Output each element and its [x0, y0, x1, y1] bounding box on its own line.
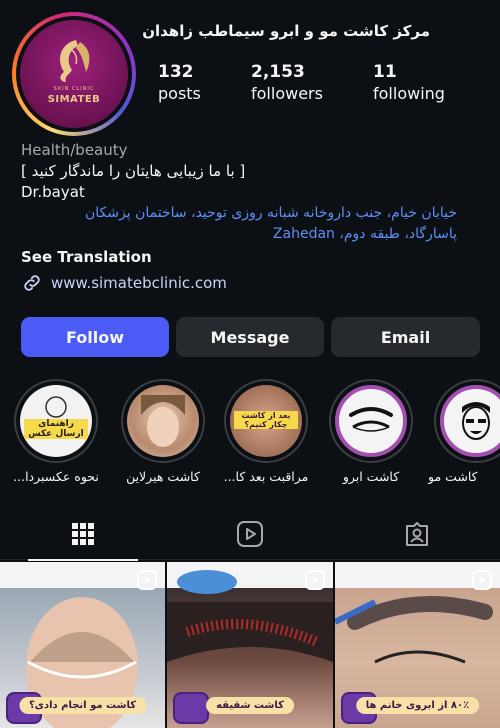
highlight-label: کاشت ابرو	[342, 469, 400, 484]
post-caption: کاشت مو انجام دادی؟	[18, 697, 147, 714]
see-translation-button[interactable]: See Translation	[21, 247, 481, 268]
highlight-image	[127, 385, 199, 457]
highlight-label: نحوه عکسبردا...	[13, 469, 99, 484]
tab-tagged[interactable]	[362, 508, 472, 560]
highlight-image-text: بعد از کاشت چکار کنیم؟	[234, 411, 298, 429]
highlight-label: مراقبت بعد کا...	[223, 469, 309, 484]
posts-count: 132	[158, 62, 194, 82]
highlight-image-text: راهنمای ارسال عکس	[24, 419, 88, 439]
link-icon	[24, 275, 40, 291]
posts-grid: کاشت مو انجام دادی؟ کاشت شقیقه ۸۰٪ از اب…	[0, 562, 500, 728]
profile-category: Health/beauty	[21, 141, 128, 159]
reels-icon	[237, 521, 263, 547]
bio: Health/beauty [ با ما زیبایی هایتان را م…	[21, 140, 481, 294]
post-badge	[173, 692, 209, 724]
face-icon	[462, 402, 490, 440]
logo-subtitle: SKIN CLINIC	[53, 86, 95, 92]
posts-stat[interactable]: 132 posts	[158, 62, 201, 106]
grid-icon	[72, 523, 94, 545]
highlight-photo-guide[interactable]: راهنمای ارسال عکس نحوه عکسبردا...	[8, 379, 104, 484]
highlight-label: کاشت مو	[428, 469, 478, 484]
reels-icon	[305, 570, 325, 590]
highlight-image: راهنمای ارسال عکس	[20, 385, 92, 457]
highlight-image: بعد از کاشت چکار کنیم؟	[230, 385, 302, 457]
simateb-logo	[60, 40, 90, 82]
post-caption: ۸۰٪ از ابروی خانم ها	[355, 697, 480, 714]
profile-tabs	[0, 508, 500, 561]
highlight-label: کاشت هیرلاین	[126, 469, 200, 484]
eye-icon	[349, 407, 393, 432]
logo-text: SIMATEB	[47, 94, 101, 105]
reels-icon	[472, 570, 492, 590]
post-thumbnail[interactable]: کاشت شقیقه	[167, 562, 333, 728]
bio-address-line-2[interactable]: پاسارگاد، طبقه دوم، Zahedan	[21, 224, 457, 245]
highlight-hairline[interactable]: کاشت هیرلاین	[115, 379, 211, 484]
avatar: SKIN CLINIC SIMATEB	[20, 20, 128, 128]
followers-count: 2,153	[251, 62, 305, 82]
message-button[interactable]: Message	[176, 317, 324, 357]
tab-reels[interactable]	[195, 508, 305, 560]
website-url[interactable]: www.simatebclinic.com	[51, 274, 227, 292]
following-count: 11	[373, 62, 397, 82]
highlight-hair-transplant[interactable]: کاشت مو	[428, 379, 500, 484]
profile-name: مرکز کاشت مو و ابرو سیماطب زاهدان	[142, 22, 430, 40]
profile-avatar-ring[interactable]: SKIN CLINIC SIMATEB	[12, 12, 136, 136]
tab-posts-grid[interactable]	[28, 508, 138, 561]
followers-stat[interactable]: 2,153 followers	[251, 62, 323, 106]
highlight-aftercare[interactable]: بعد از کاشت چکار کنیم؟ مراقبت بعد کا...	[218, 379, 314, 484]
tagged-icon	[406, 522, 428, 546]
reels-icon	[137, 570, 157, 590]
post-thumbnail[interactable]: ۸۰٪ از ابروی خانم ها	[335, 562, 500, 728]
post-thumbnail[interactable]: کاشت مو انجام دادی؟	[0, 562, 165, 728]
following-stat[interactable]: 11 following	[373, 62, 445, 106]
highlight-image	[335, 385, 407, 457]
highlight-image	[440, 385, 500, 457]
follow-button[interactable]: Follow	[21, 317, 169, 357]
posts-label: posts	[158, 84, 201, 103]
website-link[interactable]: www.simatebclinic.com	[21, 272, 481, 294]
bio-address-line-1[interactable]: خیابان خیام، جنب داروخانه شبانه روزی توح…	[21, 203, 457, 224]
email-button[interactable]: Email	[331, 317, 480, 357]
bio-doctor: Dr.bayat	[21, 183, 85, 201]
following-label: following	[373, 84, 445, 103]
highlight-eyebrow[interactable]: کاشت ابرو	[323, 379, 419, 484]
followers-label: followers	[251, 84, 323, 103]
post-caption: کاشت شقیقه	[206, 697, 294, 714]
bio-tagline: [ با ما زیبایی هایتان را ماندگار کنید ]	[21, 162, 246, 180]
